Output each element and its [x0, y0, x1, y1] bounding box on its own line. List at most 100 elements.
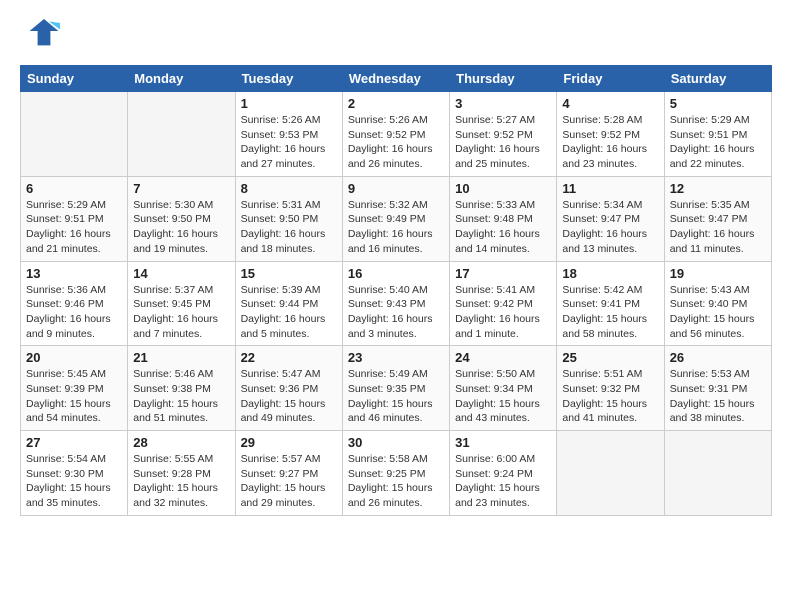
day-number: 28 [133, 435, 229, 450]
day-info: Sunrise: 5:31 AMSunset: 9:50 PMDaylight:… [241, 198, 337, 257]
day-number: 9 [348, 181, 444, 196]
col-header-saturday: Saturday [664, 66, 771, 92]
day-number: 18 [562, 266, 658, 281]
day-number: 26 [670, 350, 766, 365]
day-info: Sunrise: 5:40 AMSunset: 9:43 PMDaylight:… [348, 283, 444, 342]
day-cell [664, 431, 771, 516]
day-cell: 24 Sunrise: 5:50 AMSunset: 9:34 PMDayligh… [450, 346, 557, 431]
day-cell: 21Sunrise: 5:46 AMSunset: 9:38 PMDayligh… [128, 346, 235, 431]
day-cell [128, 92, 235, 177]
day-cell: 16Sunrise: 5:40 AMSunset: 9:43 PMDayligh… [342, 261, 449, 346]
header-row: SundayMondayTuesdayWednesdayThursdayFrid… [21, 66, 772, 92]
day-number: 29 [241, 435, 337, 450]
logo [20, 15, 65, 55]
day-number: 5 [670, 96, 766, 111]
day-info: Sunrise: 5:26 AMSunset: 9:52 PMDaylight:… [348, 113, 444, 172]
day-info: Sunrise: 5:50 AMSunset: 9:34 PMDaylight:… [455, 367, 551, 426]
day-cell: 3Sunrise: 5:27 AMSunset: 9:52 PMDaylight… [450, 92, 557, 177]
day-info: Sunrise: 5:35 AMSunset: 9:47 PMDaylight:… [670, 198, 766, 257]
day-cell: 9 Sunrise: 5:32 AMSunset: 9:49 PMDaylight… [342, 176, 449, 261]
day-cell: 14 Sunrise: 5:37 AMSunset: 9:45 PMDayligh… [128, 261, 235, 346]
day-info: Sunrise: 5:42 AMSunset: 9:41 PMDaylight:… [562, 283, 658, 342]
page: SundayMondayTuesdayWednesdayThursdayFrid… [0, 0, 792, 612]
day-cell: 23Sunrise: 5:49 AMSunset: 9:35 PMDayligh… [342, 346, 449, 431]
day-info: Sunrise: 5:57 AMSunset: 9:27 PMDaylight:… [241, 452, 337, 511]
day-cell: 29 Sunrise: 5:57 AMSunset: 9:27 PMDayligh… [235, 431, 342, 516]
day-number: 12 [670, 181, 766, 196]
day-number: 20 [26, 350, 122, 365]
day-info: Sunrise: 5:37 AMSunset: 9:45 PMDaylight:… [133, 283, 229, 342]
day-info: Sunrise: 5:36 AMSunset: 9:46 PMDaylight:… [26, 283, 122, 342]
day-cell [557, 431, 664, 516]
day-cell: 18 Sunrise: 5:42 AMSunset: 9:41 PMDayligh… [557, 261, 664, 346]
day-info: Sunrise: 5:46 AMSunset: 9:38 PMDaylight:… [133, 367, 229, 426]
day-cell: 1 Sunrise: 5:26 AMSunset: 9:53 PMDaylight… [235, 92, 342, 177]
day-info: Sunrise: 5:26 AMSunset: 9:53 PMDaylight:… [241, 113, 337, 172]
week-row-4: 20 Sunrise: 5:45 AMSunset: 9:39 PMDayligh… [21, 346, 772, 431]
week-row-5: 27Sunrise: 5:54 AMSunset: 9:30 PMDayligh… [21, 431, 772, 516]
day-info: Sunrise: 5:39 AMSunset: 9:44 PMDaylight:… [241, 283, 337, 342]
day-info: Sunrise: 6:00 AMSunset: 9:24 PMDaylight:… [455, 452, 551, 511]
day-number: 3 [455, 96, 551, 111]
day-info: Sunrise: 5:30 AMSunset: 9:50 PMDaylight:… [133, 198, 229, 257]
day-number: 13 [26, 266, 122, 281]
day-number: 14 [133, 266, 229, 281]
day-info: Sunrise: 5:47 AMSunset: 9:36 PMDaylight:… [241, 367, 337, 426]
col-header-monday: Monday [128, 66, 235, 92]
day-cell: 10 Sunrise: 5:33 AMSunset: 9:48 PMDayligh… [450, 176, 557, 261]
day-info: Sunrise: 5:58 AMSunset: 9:25 PMDaylight:… [348, 452, 444, 511]
day-info: Sunrise: 5:32 AMSunset: 9:49 PMDaylight:… [348, 198, 444, 257]
day-number: 15 [241, 266, 337, 281]
day-number: 1 [241, 96, 337, 111]
col-header-friday: Friday [557, 66, 664, 92]
week-row-1: 1 Sunrise: 5:26 AMSunset: 9:53 PMDaylight… [21, 92, 772, 177]
day-cell: 13 Sunrise: 5:36 AMSunset: 9:46 PMDayligh… [21, 261, 128, 346]
day-cell: 5 Sunrise: 5:29 AMSunset: 9:51 PMDaylight… [664, 92, 771, 177]
day-info: Sunrise: 5:34 AMSunset: 9:47 PMDaylight:… [562, 198, 658, 257]
header [20, 15, 772, 55]
day-cell: 30 Sunrise: 5:58 AMSunset: 9:25 PMDayligh… [342, 431, 449, 516]
day-cell: 28 Sunrise: 5:55 AMSunset: 9:28 PMDayligh… [128, 431, 235, 516]
day-info: Sunrise: 5:29 AMSunset: 9:51 PMDaylight:… [26, 198, 122, 257]
day-number: 8 [241, 181, 337, 196]
week-row-3: 13 Sunrise: 5:36 AMSunset: 9:46 PMDayligh… [21, 261, 772, 346]
day-number: 23 [348, 350, 444, 365]
logo-icon [20, 15, 60, 55]
day-number: 10 [455, 181, 551, 196]
day-cell: 4 Sunrise: 5:28 AMSunset: 9:52 PMDaylight… [557, 92, 664, 177]
day-cell: 22 Sunrise: 5:47 AMSunset: 9:36 PMDayligh… [235, 346, 342, 431]
day-info: Sunrise: 5:33 AMSunset: 9:48 PMDaylight:… [455, 198, 551, 257]
day-cell: 17Sunrise: 5:41 AMSunset: 9:42 PMDayligh… [450, 261, 557, 346]
calendar-table: SundayMondayTuesdayWednesdayThursdayFrid… [20, 65, 772, 516]
day-info: Sunrise: 5:28 AMSunset: 9:52 PMDaylight:… [562, 113, 658, 172]
day-cell: 26Sunrise: 5:53 AMSunset: 9:31 PMDayligh… [664, 346, 771, 431]
col-header-wednesday: Wednesday [342, 66, 449, 92]
day-info: Sunrise: 5:55 AMSunset: 9:28 PMDaylight:… [133, 452, 229, 511]
day-cell: 12 Sunrise: 5:35 AMSunset: 9:47 PMDayligh… [664, 176, 771, 261]
day-number: 31 [455, 435, 551, 450]
day-cell: 15 Sunrise: 5:39 AMSunset: 9:44 PMDayligh… [235, 261, 342, 346]
day-number: 19 [670, 266, 766, 281]
day-cell: 19 Sunrise: 5:43 AMSunset: 9:40 PMDayligh… [664, 261, 771, 346]
day-cell: 11 Sunrise: 5:34 AMSunset: 9:47 PMDayligh… [557, 176, 664, 261]
day-cell: 7Sunrise: 5:30 AMSunset: 9:50 PMDaylight… [128, 176, 235, 261]
day-cell [21, 92, 128, 177]
day-cell: 8 Sunrise: 5:31 AMSunset: 9:50 PMDaylight… [235, 176, 342, 261]
day-number: 4 [562, 96, 658, 111]
day-info: Sunrise: 5:51 AMSunset: 9:32 PMDaylight:… [562, 367, 658, 426]
day-cell: 25 Sunrise: 5:51 AMSunset: 9:32 PMDayligh… [557, 346, 664, 431]
col-header-sunday: Sunday [21, 66, 128, 92]
col-header-tuesday: Tuesday [235, 66, 342, 92]
day-info: Sunrise: 5:45 AMSunset: 9:39 PMDaylight:… [26, 367, 122, 426]
day-number: 6 [26, 181, 122, 196]
day-number: 24 [455, 350, 551, 365]
day-number: 30 [348, 435, 444, 450]
day-info: Sunrise: 5:43 AMSunset: 9:40 PMDaylight:… [670, 283, 766, 342]
day-cell: 20 Sunrise: 5:45 AMSunset: 9:39 PMDayligh… [21, 346, 128, 431]
day-info: Sunrise: 5:29 AMSunset: 9:51 PMDaylight:… [670, 113, 766, 172]
day-cell: 27Sunrise: 5:54 AMSunset: 9:30 PMDayligh… [21, 431, 128, 516]
day-number: 22 [241, 350, 337, 365]
day-number: 25 [562, 350, 658, 365]
day-number: 11 [562, 181, 658, 196]
day-info: Sunrise: 5:41 AMSunset: 9:42 PMDaylight:… [455, 283, 551, 342]
